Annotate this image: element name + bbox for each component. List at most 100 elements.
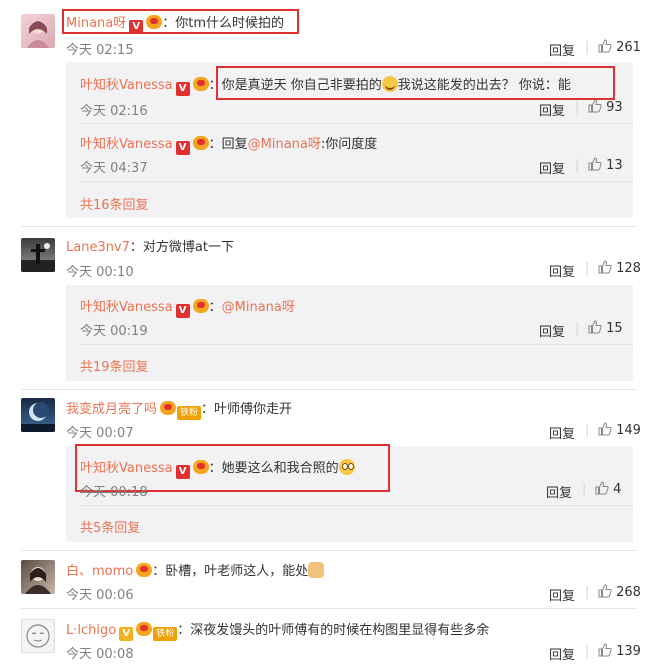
divider	[21, 550, 637, 551]
separator: |	[575, 321, 580, 336]
comment-header: 白、momo ：卧槽，叶老师这人，能处	[66, 560, 325, 579]
separator: |	[585, 423, 590, 438]
comment-username[interactable]: 我变成月亮了吗	[66, 402, 157, 417]
fan-badge-icon	[192, 299, 209, 313]
comment-username[interactable]: Lane3nv7	[66, 240, 130, 255]
reply-text: ：回复	[208, 137, 248, 152]
reply-username[interactable]: 叶知秋Vanessa	[80, 78, 173, 93]
more-replies-link[interactable]: 共19条回复	[80, 356, 149, 375]
separator: |	[585, 585, 590, 600]
thumbs-up-icon	[598, 422, 612, 436]
reply-text: ：	[208, 300, 222, 315]
divider	[21, 608, 637, 609]
like-button[interactable]: 268	[598, 584, 641, 600]
avatar[interactable]	[21, 14, 55, 48]
highlight-box	[62, 9, 299, 34]
like-button[interactable]: 139	[598, 643, 641, 659]
avatar-image	[26, 624, 50, 648]
like-count: 139	[616, 644, 641, 659]
like-count: 15	[606, 321, 623, 336]
reply-time: 今天 02:16	[80, 104, 148, 119]
fan-badge-icon	[160, 401, 177, 415]
separator: |	[585, 644, 590, 659]
comment-username[interactable]: 白、momo	[66, 564, 133, 579]
avatar-image	[21, 243, 55, 272]
comment-header: Lane3nv7：对方微博at一下	[66, 236, 234, 255]
divider	[80, 181, 633, 182]
reply-button[interactable]: 回复	[539, 321, 565, 340]
verified-icon: V	[175, 82, 190, 96]
fan-badge-icon	[136, 563, 153, 577]
fan-tag: 铁粉	[153, 627, 178, 641]
reply-username[interactable]: 叶知秋Vanessa	[80, 137, 173, 152]
like-count: 149	[616, 423, 641, 438]
avatar-image	[21, 402, 55, 432]
like-button[interactable]: 4	[595, 481, 621, 497]
reply-button[interactable]: 回复	[549, 261, 575, 280]
reply-username[interactable]: 叶知秋Vanessa	[80, 300, 173, 315]
like-button[interactable]: 13	[588, 157, 623, 173]
reply-time: 今天 00:18	[80, 485, 148, 500]
like-button[interactable]: 128	[598, 260, 641, 276]
divider	[80, 505, 633, 506]
comment-text: ：对方微博at一下	[129, 240, 234, 255]
reply-time: 今天 00:19	[80, 324, 148, 339]
like-count: 93	[606, 100, 623, 115]
avatar[interactable]	[21, 619, 55, 653]
mention-link[interactable]: @Minana呀	[222, 300, 295, 315]
mention-link[interactable]: @Minana呀	[248, 137, 321, 152]
reply-button[interactable]: 回复	[539, 158, 565, 177]
comment-time: 今天 02:15	[66, 43, 134, 58]
thumbs-up-icon	[598, 643, 612, 657]
thumbs-up-icon	[588, 320, 602, 334]
avatar-image	[25, 567, 51, 594]
avatar[interactable]	[21, 560, 55, 594]
reply-button[interactable]: 回复	[546, 482, 572, 501]
reply-header: 叶知秋Vanessa V ：@Minana呀	[80, 296, 295, 318]
thumbs-up-icon	[588, 157, 602, 171]
avatar-image	[27, 20, 49, 48]
avatar[interactable]	[21, 238, 55, 272]
separator: |	[585, 40, 590, 55]
reply-button[interactable]: 回复	[549, 644, 575, 663]
like-button[interactable]: 261	[598, 39, 641, 55]
reply-button[interactable]: 回复	[549, 40, 575, 59]
separator: |	[575, 158, 580, 173]
like-count: 13	[606, 158, 623, 173]
more-replies-link[interactable]: 共5条回复	[80, 517, 140, 536]
thumbs-up-icon	[598, 39, 612, 53]
thumbs-up-icon	[598, 260, 612, 274]
thumbs-up-emoji-icon	[308, 562, 325, 578]
fan-badge-icon	[192, 136, 209, 150]
like-button[interactable]: 93	[588, 99, 623, 115]
like-count: 268	[616, 585, 641, 600]
reply-button[interactable]: 回复	[549, 585, 575, 604]
reply-header: 叶知秋Vanessa V ：回复@Minana呀:你问度度	[80, 133, 377, 155]
thumbs-up-icon	[598, 584, 612, 598]
comment-time: 今天 00:08	[66, 647, 134, 662]
reply-button[interactable]: 回复	[539, 100, 565, 119]
verified-icon: V	[175, 304, 190, 318]
like-button[interactable]: 149	[598, 422, 641, 438]
comment-time: 今天 00:10	[66, 265, 134, 280]
comment-header: 我变成月亮了吗 铁粉 ：叶师傅你走开	[66, 398, 292, 420]
comment-username[interactable]: L·lchigo	[66, 623, 116, 638]
reply-button[interactable]: 回复	[549, 423, 575, 442]
fan-badge-icon	[136, 622, 153, 636]
comment-time: 今天 00:06	[66, 588, 134, 603]
like-count: 4	[613, 482, 622, 497]
comment-time: 今天 00:07	[66, 426, 134, 441]
comment-text: ：卧槽，叶老师这人，能处	[152, 564, 309, 579]
reply-time: 今天 04:37	[80, 161, 148, 176]
avatar[interactable]	[21, 398, 55, 432]
like-button[interactable]: 15	[588, 320, 623, 336]
divider	[80, 344, 633, 345]
comment-header: L·lchigo V 铁粉 ：深夜发馒头的叶师傅有的时候在构图里显得有些多余	[66, 619, 489, 641]
verified-icon: V	[175, 141, 190, 155]
divider	[80, 123, 633, 124]
like-count: 128	[616, 261, 641, 276]
separator: |	[585, 261, 590, 276]
more-replies-link[interactable]: 共16条回复	[80, 194, 149, 213]
like-count: 261	[616, 40, 641, 55]
thumbs-up-icon	[595, 481, 609, 495]
